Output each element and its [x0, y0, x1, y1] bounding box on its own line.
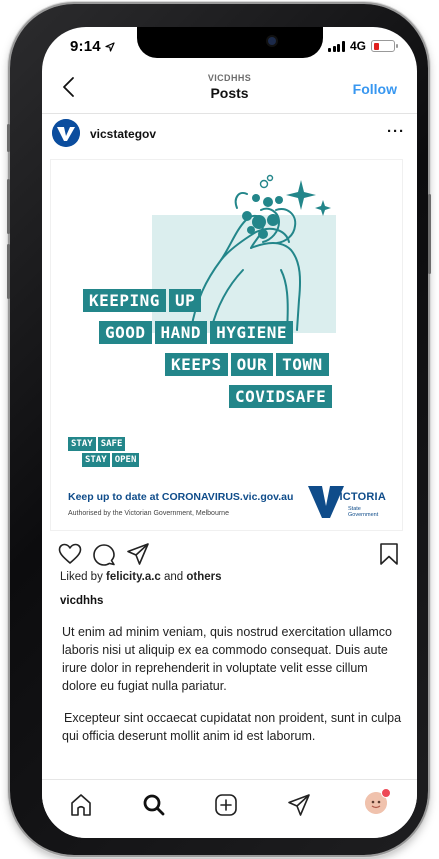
caption-paragraph-2: Excepteur sint occaecat cupidatat non pr…: [62, 711, 402, 743]
camera-icon: [268, 37, 276, 45]
location-arrow-icon: [105, 42, 115, 52]
headline-line-1: KEEPING UP: [83, 289, 204, 312]
hand-washing-icon: [190, 174, 331, 331]
headline-line-4: COVIDSAFE: [229, 385, 335, 408]
headline-line-3: KEEPS OUR TOWN: [165, 353, 332, 376]
account-handle[interactable]: vicstategov: [90, 127, 156, 141]
add-post-icon[interactable]: [213, 792, 239, 818]
call-to-action: Keep up to date at CORONAVIRUS.vic.gov.a…: [68, 491, 294, 503]
headline-line-2: GOOD HAND HYGIENE: [99, 321, 296, 344]
share-icon[interactable]: [126, 542, 150, 566]
signal-icon: [328, 40, 345, 52]
phone-screen: 9:14 4G VICDHHS Posts Follow vicstategov…: [42, 27, 417, 838]
activity-icon[interactable]: [286, 792, 312, 818]
posts-header: VICDHHS Posts Follow: [42, 63, 417, 113]
post-actions: [42, 537, 417, 571]
comment-icon[interactable]: [92, 543, 116, 567]
network-type: 4G: [349, 39, 366, 53]
stay-safe-line: STAY SAFE: [68, 437, 127, 451]
phone-frame: 9:14 4G VICDHHS Posts Follow vicstategov…: [7, 4, 431, 855]
volume-down-button: [7, 244, 10, 299]
bottom-tab-bar: [42, 779, 417, 838]
victoria-logo-icon: [52, 119, 80, 147]
post-caption: Ut enim ad minim veniam, quis nostrud ex…: [62, 623, 402, 759]
post-image[interactable]: KEEPING UP GOOD HAND HYGIENE KEEPS OUR TOWN C…: [42, 155, 417, 537]
caption-username[interactable]: vicdhhs: [60, 595, 103, 607]
notch: [137, 27, 323, 58]
follow-button[interactable]: Follow: [353, 81, 397, 97]
volume-up-button: [7, 179, 10, 234]
notification-badge: [381, 788, 391, 798]
heart-icon[interactable]: [58, 543, 82, 565]
bookmark-icon[interactable]: [379, 542, 399, 566]
caption-paragraph-1: Ut enim ad minim veniam, quis nostrud ex…: [62, 625, 392, 693]
account-avatar[interactable]: [52, 119, 80, 147]
liked-by-user-link[interactable]: felicity.a.c: [106, 571, 161, 583]
liked-by-others-link[interactable]: others: [186, 571, 221, 583]
search-icon[interactable]: [141, 792, 167, 818]
battery-icon: [371, 40, 398, 52]
post-account-row: vicstategov ···: [52, 119, 407, 151]
victoria-government-logo: VICTORIA State Government: [308, 482, 388, 522]
likes-summary: Liked by felicity.a.c and others: [60, 571, 222, 583]
status-indicators: 4G: [328, 39, 398, 53]
header-divider: [42, 113, 417, 114]
power-button: [428, 194, 431, 274]
home-icon[interactable]: [68, 792, 94, 818]
mute-switch: [7, 124, 10, 152]
post-graphic: KEEPING UP GOOD HAND HYGIENE KEEPS OUR TOWN C…: [50, 159, 403, 531]
more-options-icon[interactable]: ···: [387, 123, 405, 140]
stay-open-line: STAY OPEN: [82, 453, 141, 467]
status-time: 9:14: [70, 38, 115, 55]
authorised-text: Authorised by the Victorian Government, …: [68, 510, 229, 517]
